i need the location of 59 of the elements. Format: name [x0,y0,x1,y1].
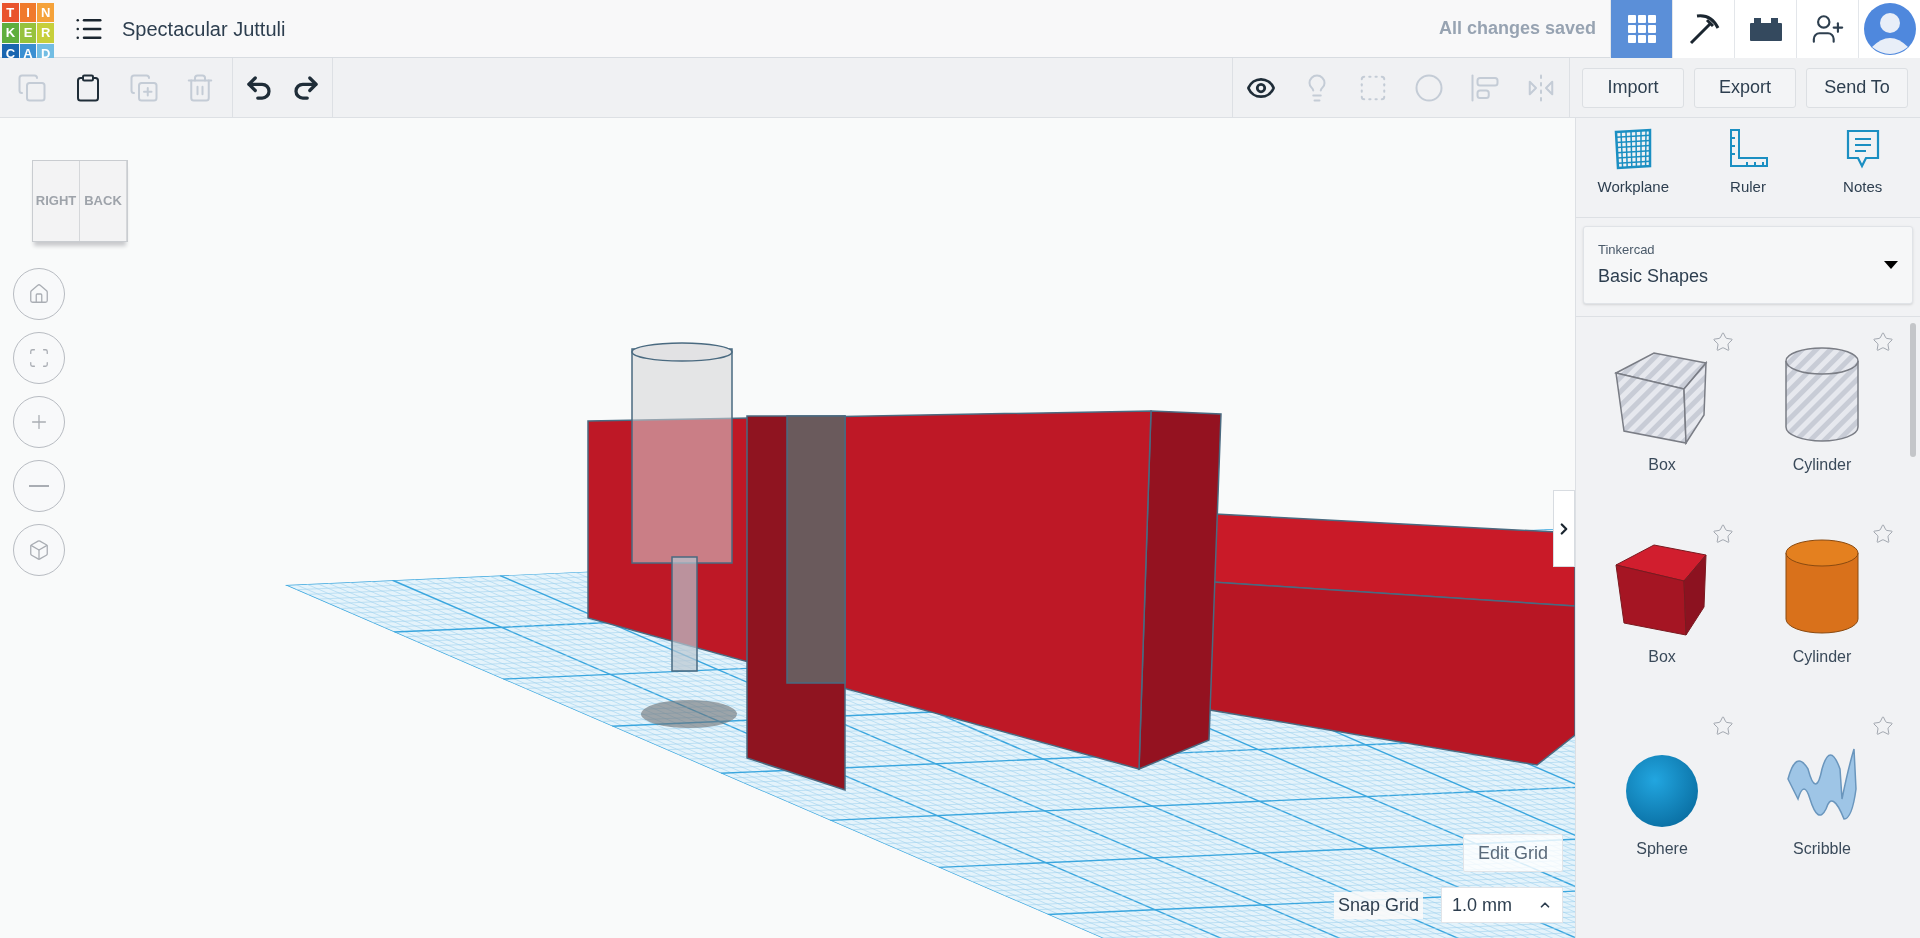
snap-grid-select[interactable]: 1.0 mm [1441,887,1563,923]
home-button[interactable] [13,268,65,320]
scrollbar-thumb[interactable] [1910,323,1916,457]
dropdown-caret-icon [1884,261,1898,269]
shape-name: Box [1648,455,1676,475]
zoom-out-button[interactable] [13,460,65,512]
logo-letter: E [19,23,37,43]
ruler-icon [1727,128,1769,170]
snap-grid-label: Snap Grid [1333,891,1423,919]
logo-letter: I [19,2,37,22]
cube-face-label: BACK [80,161,127,241]
zoom-in-button[interactable] [13,396,65,448]
toolbar-button[interactable]: Import [1582,67,1684,108]
perspective-icon [28,539,50,561]
dropdown-value: Basic Shapes [1598,265,1709,289]
collapse-panel-button[interactable] [1553,490,1575,567]
shape-name: Cylinder [1792,647,1852,667]
favorite-star-icon[interactable] [1712,715,1734,737]
shape-tile[interactable]: Scribble [1742,707,1902,899]
shape-name: Box [1648,647,1676,667]
shape-name: Sphere [1636,839,1688,859]
edit-grid-button[interactable]: Edit Grid [1462,834,1563,872]
shape-tile[interactable]: Box [1582,323,1742,515]
bricks-icon[interactable] [1734,0,1796,58]
logo-letter: R [37,23,54,43]
logo-letter: K [2,23,19,43]
notes-tool[interactable]: Notes [1812,128,1913,211]
striped-cylinder-icon [1782,345,1862,445]
home-icon [28,283,50,305]
sphere-icon [1624,753,1700,829]
fit-button[interactable] [13,332,65,384]
favorite-star-icon[interactable] [1872,715,1894,737]
toolbar-button[interactable]: Export [1694,67,1796,108]
shape-tile[interactable]: Box [1582,515,1742,707]
shape-tile[interactable]: Cylinder [1742,323,1902,515]
design-title[interactable]: Spectacular Juttuli [122,13,286,44]
perspective-button[interactable] [13,524,65,576]
ruler-tool[interactable]: Ruler [1698,128,1798,211]
favorite-star-icon[interactable] [1712,331,1734,353]
toolbar-button[interactable]: Send To [1806,67,1908,108]
favorite-star-icon[interactable] [1872,523,1894,545]
shape-tile[interactable]: Sphere [1582,707,1742,899]
save-status: All changes saved [1438,17,1596,40]
shape-name: Scribble [1793,839,1851,859]
add-user-icon[interactable] [1796,0,1858,58]
favorite-star-icon[interactable] [1712,523,1734,545]
favorite-star-icon[interactable] [1872,331,1894,353]
shape-name: Cylinder [1792,455,1852,475]
shape-tile[interactable]: Cylinder [1742,515,1902,707]
cube-face-label: RIGHT [33,161,80,241]
logo-letter: N [37,2,54,22]
avatar-icon[interactable] [1858,0,1920,58]
shape-library-dropdown[interactable]: Tinkercad Basic Shapes [1583,226,1913,304]
dropdown-label: Tinkercad [1598,240,1655,259]
cylinder-icon [1782,537,1862,637]
logo-letter: T [2,2,19,22]
workplane-tool[interactable]: Workplane [1583,128,1684,211]
pickaxe-icon[interactable] [1672,0,1734,58]
fit-icon [28,347,50,369]
